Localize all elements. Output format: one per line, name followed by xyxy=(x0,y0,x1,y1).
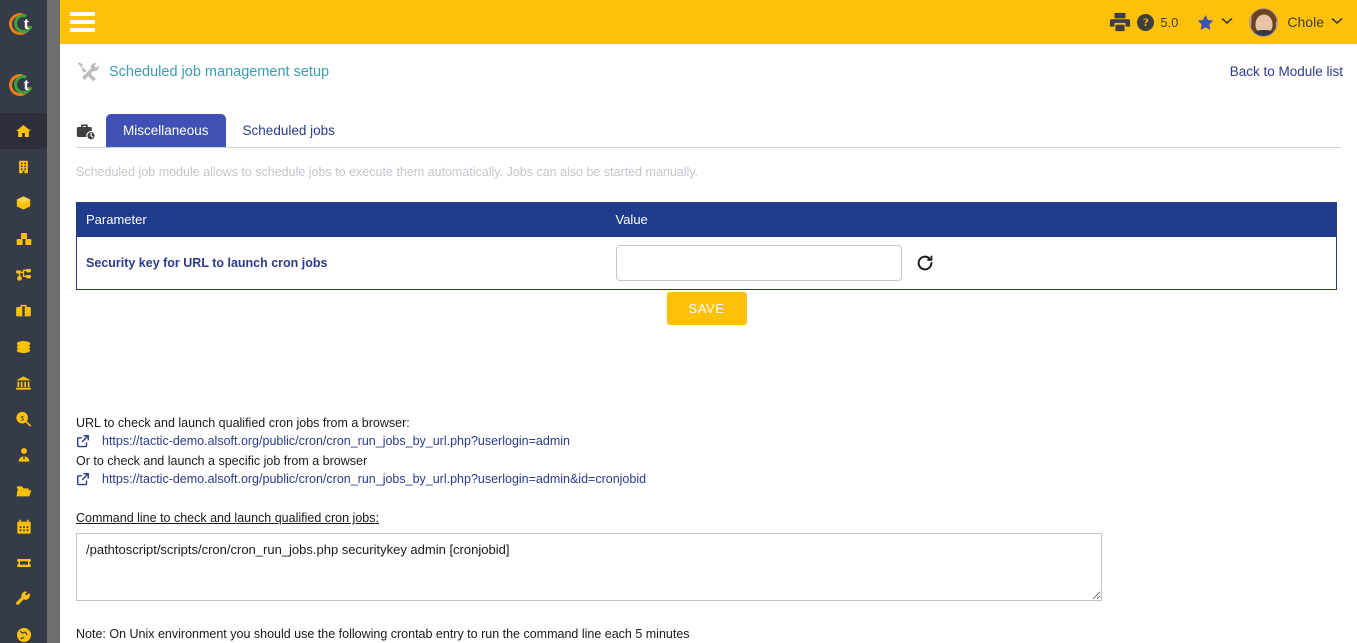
tabs-bar: Miscellaneous Scheduled jobs xyxy=(76,112,1341,148)
column-header-parameter: Parameter xyxy=(76,202,607,237)
boxes-icon xyxy=(15,231,33,247)
logo-mark-icon-2: t xyxy=(4,69,39,101)
url-secondary-intro-text: Or to check and launch a specific job fr… xyxy=(76,454,368,468)
globe-icon xyxy=(16,627,32,643)
topbar-right-group: ? 5.0 Chole xyxy=(1108,7,1343,37)
tab-miscellaneous[interactable]: Miscellaneous xyxy=(106,114,226,148)
bank-icon xyxy=(15,375,32,391)
sidebar-item-billing[interactable] xyxy=(0,329,47,365)
logo-letter: t xyxy=(23,14,30,33)
sidebar-item-stock[interactable] xyxy=(0,221,47,257)
page-content: Scheduled job management setup Back to M… xyxy=(60,44,1357,643)
secondary-cron-url[interactable]: https://tactic-demo.alsoft.org/public/cr… xyxy=(102,472,646,486)
parameter-label: Security key for URL to launch cron jobs xyxy=(86,256,328,270)
sidebar-item-projects[interactable] xyxy=(0,257,47,293)
briefcase-clock-icon xyxy=(76,122,96,142)
primary-cron-url[interactable]: https://tactic-demo.alsoft.org/public/cr… xyxy=(102,434,570,448)
avatar[interactable] xyxy=(1249,7,1279,37)
command-line-label: Command line to check and launch qualifi… xyxy=(76,511,379,525)
sidebar-item-reports[interactable]: $ xyxy=(0,401,47,437)
sidebar-item-home[interactable] xyxy=(0,113,47,149)
question-circle-icon[interactable]: ? xyxy=(1137,13,1155,31)
table-head: Parameter Value xyxy=(76,202,1337,237)
cron-info-block: URL to check and launch qualified cron j… xyxy=(76,414,1176,643)
calendar-icon xyxy=(16,519,32,535)
user-chevron-down-icon[interactable] xyxy=(1331,16,1343,28)
url-intro-text: URL to check and launch qualified cron j… xyxy=(76,416,410,430)
sidebar-item-tools[interactable] xyxy=(0,581,47,617)
box-icon xyxy=(15,195,32,211)
brand-logo-primary[interactable]: t xyxy=(0,4,47,44)
wrench-icon xyxy=(15,591,32,607)
sidebar-item-company[interactable] xyxy=(0,149,47,185)
star-icon[interactable] xyxy=(1196,13,1215,32)
briefcase-icon xyxy=(15,303,32,319)
external-link-icon-2 xyxy=(76,472,90,486)
crontab-note: Note: On Unix environment you should use… xyxy=(76,627,690,641)
page-title: Scheduled job management setup xyxy=(109,64,330,80)
primary-url-row[interactable]: https://tactic-demo.alsoft.org/public/cr… xyxy=(76,434,1176,448)
building-icon xyxy=(16,159,31,175)
sidebar-item-agenda[interactable] xyxy=(0,509,47,545)
table-body: Security key for URL to launch cron jobs xyxy=(76,236,1337,290)
home-icon xyxy=(15,123,32,139)
printer-icon[interactable] xyxy=(1108,10,1132,34)
logo-letter-2: t xyxy=(23,75,30,94)
value-cell-inner xyxy=(615,245,1328,281)
sidebar-item-commercial[interactable] xyxy=(0,293,47,329)
sidebar-item-website[interactable] xyxy=(0,617,47,643)
sitemap-icon xyxy=(15,267,32,283)
save-button[interactable]: SAVE xyxy=(666,292,747,325)
sidebar-item-ticket[interactable] xyxy=(0,545,47,581)
command-line-textarea[interactable] xyxy=(76,533,1102,601)
page-title-wrap: Scheduled job management setup xyxy=(76,60,329,84)
sidebar-item-accounting[interactable] xyxy=(0,365,47,401)
save-row: SAVE xyxy=(76,292,1337,325)
page-header: Scheduled job management setup Back to M… xyxy=(60,44,1357,90)
module-description: Scheduled job module allows to schedule … xyxy=(76,165,699,179)
parameters-table: Parameter Value Security key for URL to … xyxy=(76,202,1337,290)
tab-scheduled-jobs[interactable]: Scheduled jobs xyxy=(226,114,352,148)
chevron-down-icon[interactable] xyxy=(1221,16,1233,28)
back-to-module-list-link[interactable]: Back to Module list xyxy=(1230,64,1343,79)
sidebar-item-hrm[interactable] xyxy=(0,437,47,473)
cell-parameter: Security key for URL to launch cron jobs xyxy=(76,236,607,290)
hamburger-icon[interactable] xyxy=(70,9,100,35)
version-label: 5.0 xyxy=(1160,14,1179,30)
table-header-row: Parameter Value xyxy=(76,202,1337,237)
logo-mark-icon: t xyxy=(4,8,39,40)
left-sidebar: t t $ xyxy=(0,0,47,643)
sidebar-item-documents[interactable] xyxy=(0,473,47,509)
sidebar-scrollbar[interactable] xyxy=(47,0,60,643)
coins-icon xyxy=(15,339,32,355)
refresh-icon[interactable] xyxy=(915,253,935,273)
secondary-url-row[interactable]: https://tactic-demo.alsoft.org/public/cr… xyxy=(76,472,1176,486)
top-bar: ? 5.0 Chole xyxy=(60,0,1357,44)
tools-icon xyxy=(76,60,100,84)
svg-text:$: $ xyxy=(20,415,24,422)
column-header-value: Value xyxy=(606,202,1337,237)
table-row: Security key for URL to launch cron jobs xyxy=(76,236,1337,290)
ticket-icon xyxy=(15,555,33,571)
app-root: t t $ ? 5.0 Chole Scheduled job manageme… xyxy=(0,0,1357,643)
money-search-icon: $ xyxy=(15,411,32,427)
tabs-underline xyxy=(76,147,1341,148)
user-tie-icon xyxy=(16,447,32,463)
external-link-icon xyxy=(76,434,90,448)
folder-open-icon xyxy=(15,483,33,499)
sidebar-item-products[interactable] xyxy=(0,185,47,221)
security-key-input[interactable] xyxy=(615,245,902,281)
brand-logo-secondary[interactable]: t xyxy=(0,65,47,105)
sidebar-nav: $ xyxy=(0,113,47,643)
cell-value xyxy=(606,236,1337,290)
user-name-label[interactable]: Chole xyxy=(1287,14,1324,30)
